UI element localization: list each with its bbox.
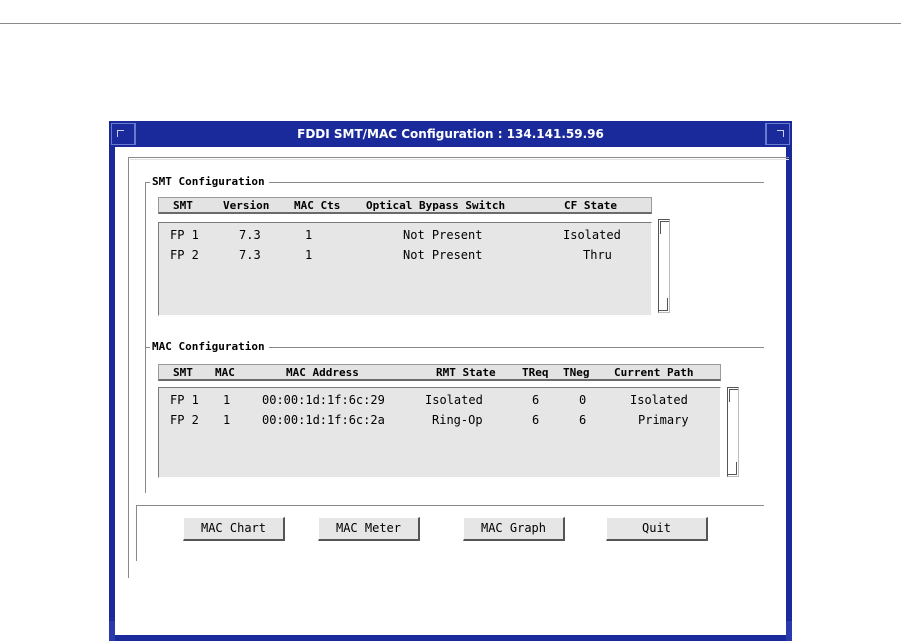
mac-col-treq: TReq: [522, 366, 549, 379]
screen-top-divider: [0, 23, 901, 24]
smt-config-legend: SMT Configuration: [150, 174, 269, 190]
smt-col-optical-bypass: Optical Bypass Switch: [366, 199, 506, 212]
table-row[interactable]: FP 1 1 00:00:1d:1f:6c:29 Isolated 6 0 Is…: [159, 390, 720, 410]
config-window: FDDI SMT/MAC Configuration : 134.141.59.…: [109, 121, 792, 641]
scroll-up-icon[interactable]: [729, 389, 738, 402]
mac-chart-button[interactable]: MAC Chart: [183, 517, 285, 541]
smt-col-version: Version: [223, 199, 270, 212]
mac-table-body[interactable]: FP 1 1 00:00:1d:1f:6c:29 Isolated 6 0 Is…: [158, 387, 721, 478]
frame-resize-handle-left[interactable]: [109, 621, 115, 641]
mac-col-smt: SMT: [173, 366, 193, 379]
mac-table-header: SMT MAC MAC Address RMT State TReq TNeg …: [158, 364, 721, 381]
window-menu-icon[interactable]: [111, 123, 135, 145]
mac-config-legend: MAC Configuration: [150, 339, 269, 355]
mac-col-tneg: TNeg: [563, 366, 590, 379]
maximize-icon[interactable]: [766, 123, 790, 145]
mac-meter-button[interactable]: MAC Meter: [318, 517, 420, 541]
smt-col-smt: SMT: [173, 199, 193, 212]
mac-graph-button[interactable]: MAC Graph: [463, 517, 565, 541]
smt-scrollbar[interactable]: [658, 219, 670, 313]
title-bar[interactable]: FDDI SMT/MAC Configuration : 134.141.59.…: [111, 123, 790, 145]
scroll-down-icon[interactable]: [659, 298, 668, 311]
table-row[interactable]: FP 2 7.3 1 Not Present Thru: [159, 245, 651, 265]
smt-col-mac-cts: MAC Cts: [294, 199, 341, 212]
quit-button[interactable]: Quit: [606, 517, 708, 541]
window-title: FDDI SMT/MAC Configuration : 134.141.59.…: [135, 123, 766, 145]
table-row[interactable]: FP 2 1 00:00:1d:1f:6c:2a Ring-Op 6 6 Pri…: [159, 410, 720, 430]
smt-table-header: SMT Version MAC Cts Optical Bypass Switc…: [158, 197, 652, 214]
mac-col-mac-address: MAC Address: [286, 366, 359, 379]
table-row[interactable]: FP 1 7.3 1 Not Present Isolated: [159, 225, 651, 245]
mac-scrollbar[interactable]: [727, 387, 739, 477]
window-client-area: SMT Configuration SMT Version MAC Cts Op…: [115, 147, 789, 635]
scroll-up-icon[interactable]: [660, 221, 669, 234]
mac-col-rmt-state: RMT State: [436, 366, 496, 379]
smt-col-cf-state: CF State: [564, 199, 617, 212]
frame-resize-handle-right[interactable]: [786, 621, 792, 641]
scroll-down-icon[interactable]: [728, 462, 737, 475]
smt-table-body[interactable]: FP 1 7.3 1 Not Present Isolated FP 2 7.3…: [158, 222, 652, 316]
mac-col-mac: MAC: [215, 366, 235, 379]
mac-col-current-path: Current Path: [614, 366, 694, 379]
